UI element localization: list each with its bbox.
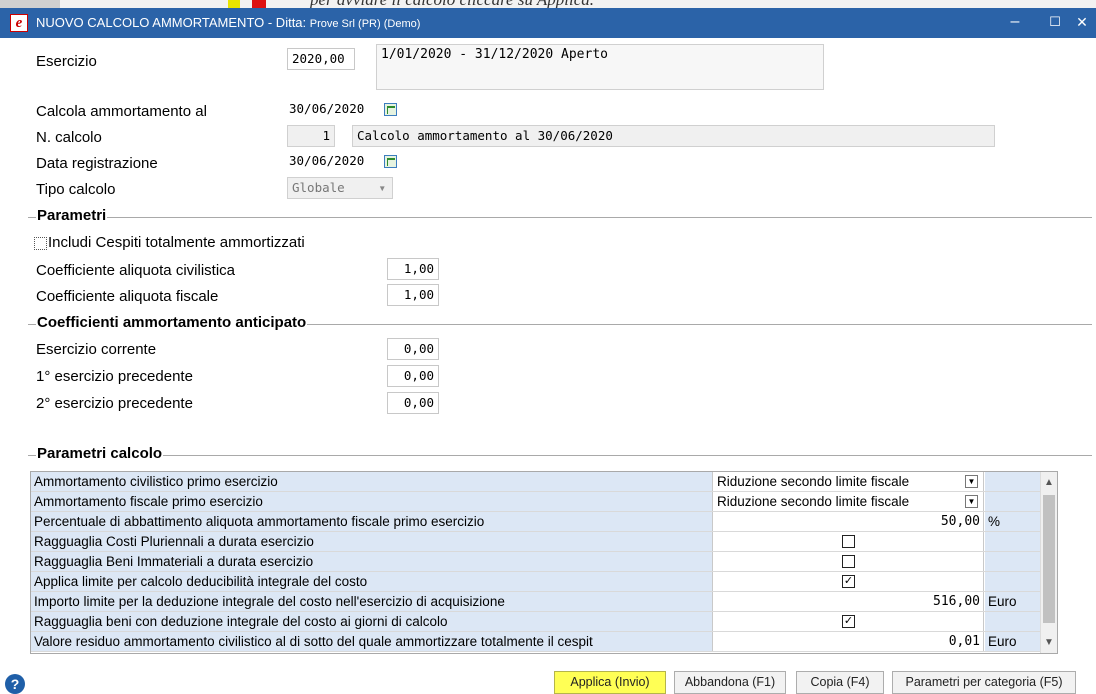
row-unit: Euro <box>985 632 1041 651</box>
parametri-section-title: Parametri <box>36 207 108 224</box>
help-icon[interactable]: ? <box>5 674 25 694</box>
row-unit: Euro <box>985 592 1041 611</box>
anticipato-section-title: Coefficienti ammortamento anticipato <box>36 314 308 331</box>
esercizio-description: 1/01/2020 - 31/12/2020 Aperto <box>376 44 824 90</box>
row-value-field[interactable]: 0,01 <box>714 632 984 651</box>
table-row: Importo limite per la deduzione integral… <box>31 592 1041 612</box>
vertical-scrollbar[interactable]: ▲ ▼ <box>1040 472 1057 653</box>
chevron-down-icon: ▾ <box>378 180 386 195</box>
calendar-icon[interactable] <box>384 155 397 168</box>
table-row: Ragguaglia Costi Pluriennali a durata es… <box>31 532 1041 552</box>
row-unit <box>985 612 1041 631</box>
includi-cespiti-checkbox[interactable] <box>34 237 47 250</box>
row-label: Importo limite per la deduzione integral… <box>31 592 713 611</box>
row-label: Ammortamento fiscale primo esercizio <box>31 492 713 511</box>
abbandona-button[interactable]: Abbandona (F1) <box>674 671 786 694</box>
data-registrazione-date-field[interactable]: 30/06/2020 <box>287 151 384 173</box>
unchecked-checkbox[interactable] <box>842 555 855 568</box>
table-row: Ammortamento fiscale primo esercizio Ridu… <box>31 492 1041 512</box>
table-row: Applica limite per calcolo deducibilità … <box>31 572 1041 592</box>
n-calcolo-field: 1 <box>287 125 335 147</box>
minimize-button[interactable]: – <box>995 8 1035 38</box>
chevron-down-icon[interactable]: ▼ <box>965 475 978 488</box>
table-row: Ragguaglia Beni Immateriali a durata ese… <box>31 552 1041 572</box>
row-value-field[interactable]: 50,00 <box>714 512 984 531</box>
row-label: Percentuale di abbattimento aliquota amm… <box>31 512 713 531</box>
primo-esercizio-precedente-field[interactable]: 0,00 <box>387 365 439 387</box>
row-checkbox-cell[interactable] <box>714 532 984 551</box>
esercizio-field[interactable]: 2020,00 <box>287 48 355 70</box>
checked-checkbox[interactable]: ✓ <box>842 615 855 628</box>
table-row: Valore residuo ammortamento civilistico … <box>31 632 1041 652</box>
calendar-icon[interactable] <box>384 103 397 116</box>
includi-cespiti-label: Includi Cespiti totalmente ammortizzati <box>48 234 305 251</box>
e-logo-icon: e <box>10 14 28 32</box>
table-row: Ragguaglia beni con deduzione integrale … <box>31 612 1041 632</box>
anticipato-section-header: Coefficienti ammortamento anticipato <box>28 315 1092 331</box>
primo-esercizio-precedente-label: 1° esercizio precedente <box>36 368 193 385</box>
parametri-calcolo-section-title: Parametri calcolo <box>36 445 164 462</box>
row-dropdown[interactable]: Riduzione secondo limite fiscale ▼ <box>714 492 984 511</box>
close-button[interactable]: ✕ <box>1068 8 1096 38</box>
row-label: Ammortamento civilistico primo esercizio <box>31 472 713 491</box>
coefficiente-fiscale-label: Coefficiente aliquota fiscale <box>36 288 219 305</box>
row-unit <box>985 532 1041 551</box>
n-calcolo-description: Calcolo ammortamento al 30/06/2020 <box>352 125 995 147</box>
scrollbar-thumb[interactable] <box>1043 495 1055 623</box>
row-dropdown-value: Riduzione secondo limite fiscale <box>717 474 910 489</box>
row-label: Valore residuo ammortamento civilistico … <box>31 632 713 651</box>
esercizio-corrente-label: Esercizio corrente <box>36 341 157 358</box>
secondo-esercizio-precedente-field[interactable]: 0,00 <box>387 392 439 414</box>
row-label: Ragguaglia Costi Pluriennali a durata es… <box>31 532 713 551</box>
coefficiente-civilistica-label: Coefficiente aliquota civilistica <box>36 262 235 279</box>
checked-checkbox[interactable]: ✓ <box>842 575 855 588</box>
secondo-esercizio-precedente-label: 2° esercizio precedente <box>36 395 193 412</box>
tipo-calcolo-label: Tipo calcolo <box>36 181 116 198</box>
n-calcolo-label: N. calcolo <box>36 129 102 146</box>
coefficiente-fiscale-field[interactable]: 1,00 <box>387 284 439 306</box>
parametri-calcolo-section-header: Parametri calcolo <box>28 446 1092 462</box>
coefficiente-civilistica-field[interactable]: 1,00 <box>387 258 439 280</box>
grid-rows: Ammortamento civilistico primo esercizio… <box>31 472 1041 652</box>
row-checkbox-cell[interactable] <box>714 552 984 571</box>
row-checkbox-cell[interactable]: ✓ <box>714 572 984 591</box>
row-unit <box>985 492 1041 511</box>
applica-button[interactable]: Applica (Invio) <box>554 671 666 694</box>
title-bar: e NUOVO CALCOLO AMMORTAMENTO - Ditta: Pr… <box>0 8 1096 38</box>
row-label: Ragguaglia beni con deduzione integrale … <box>31 612 713 631</box>
esercizio-corrente-field[interactable]: 0,00 <box>387 338 439 360</box>
data-registrazione-label: Data registrazione <box>36 155 158 172</box>
row-unit <box>985 552 1041 571</box>
esercizio-label: Esercizio <box>36 53 97 70</box>
row-dropdown-value: Riduzione secondo limite fiscale <box>717 494 910 509</box>
row-unit <box>985 572 1041 591</box>
table-row: Percentuale di abbattimento aliquota amm… <box>31 512 1041 532</box>
parametri-calcolo-grid: Ammortamento civilistico primo esercizio… <box>30 471 1058 654</box>
table-row: Ammortamento civilistico primo esercizio… <box>31 472 1041 492</box>
parametri-per-categoria-button[interactable]: Parametri per categoria (F5) <box>892 671 1076 694</box>
row-dropdown[interactable]: Riduzione secondo limite fiscale ▼ <box>714 472 984 491</box>
row-value-field[interactable]: 516,00 <box>714 592 984 611</box>
scroll-down-icon[interactable]: ▼ <box>1041 634 1057 651</box>
copia-button[interactable]: Copia (F4) <box>796 671 884 694</box>
tipo-calcolo-select: Globale ▾ <box>287 177 393 199</box>
calcola-ammortamento-date-field[interactable]: 30/06/2020 <box>287 99 384 121</box>
background-window-text: per avviare il calcolo cliccare su Appli… <box>310 0 594 8</box>
parametri-section-header: Parametri <box>28 208 1092 224</box>
row-label: Applica limite per calcolo deducibilità … <box>31 572 713 591</box>
background-window-strip: per avviare il calcolo cliccare su Appli… <box>0 0 1096 8</box>
row-unit <box>985 472 1041 491</box>
row-checkbox-cell[interactable]: ✓ <box>714 612 984 631</box>
chevron-down-icon[interactable]: ▼ <box>965 495 978 508</box>
row-unit: % <box>985 512 1041 531</box>
row-label: Ragguaglia Beni Immateriali a durata ese… <box>31 552 713 571</box>
unchecked-checkbox[interactable] <box>842 535 855 548</box>
calcola-ammortamento-label: Calcola ammortamento al <box>36 103 207 120</box>
scroll-up-icon[interactable]: ▲ <box>1041 474 1057 491</box>
window-title: NUOVO CALCOLO AMMORTAMENTO - Ditta: Prov… <box>36 15 421 30</box>
